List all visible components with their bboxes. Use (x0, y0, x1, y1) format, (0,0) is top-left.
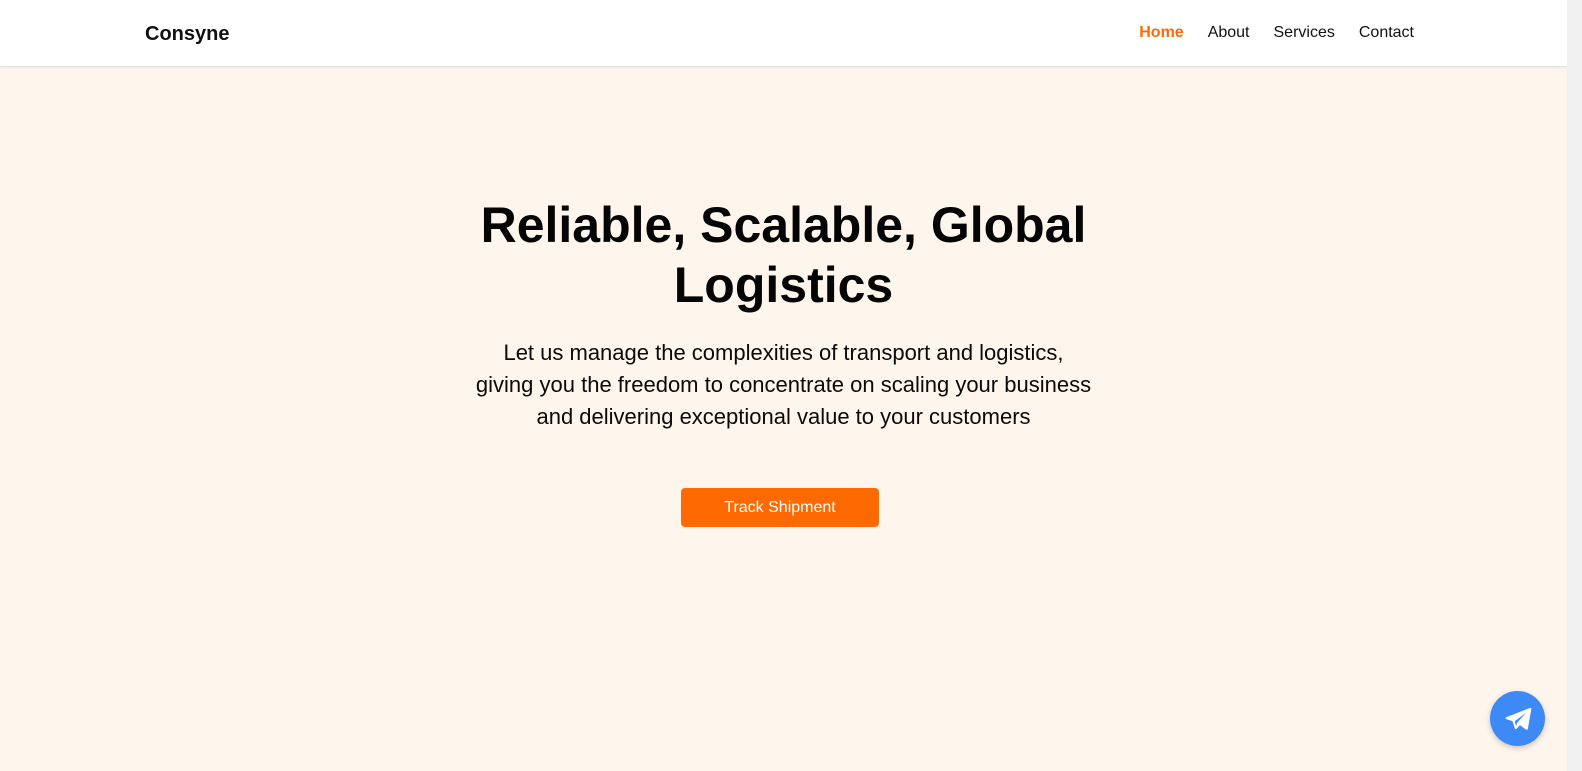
hero-title: Reliable, Scalable, Global Logistics (480, 197, 1087, 313)
hero-subtitle: Let us manage the complexities of transp… (475, 340, 1092, 429)
nav-item-contact: Contact (1359, 23, 1414, 43)
page: Consyne Home About Services Contact Reli… (0, 0, 1582, 771)
vertical-scrollbar[interactable] (1567, 0, 1582, 771)
brand-logo[interactable]: Consyne (145, 22, 229, 46)
nav-links: Home About Services Contact (1139, 23, 1414, 43)
nav-link-contact[interactable]: Contact (1359, 24, 1414, 41)
nav-item-about: About (1208, 23, 1250, 43)
paper-plane-icon (1505, 707, 1531, 730)
nav-link-home[interactable]: Home (1139, 24, 1183, 41)
navbar: Consyne Home About Services Contact (0, 0, 1567, 67)
track-shipment-button[interactable]: Track Shipment (681, 488, 879, 527)
nav-item-services: Services (1274, 23, 1335, 43)
hero-section: Reliable, Scalable, Global Logistics Let… (0, 67, 1567, 771)
nav-link-about[interactable]: About (1208, 24, 1250, 41)
nav-link-services[interactable]: Services (1274, 24, 1335, 41)
chat-fab-button[interactable] (1490, 691, 1545, 746)
nav-item-home: Home (1139, 23, 1183, 43)
